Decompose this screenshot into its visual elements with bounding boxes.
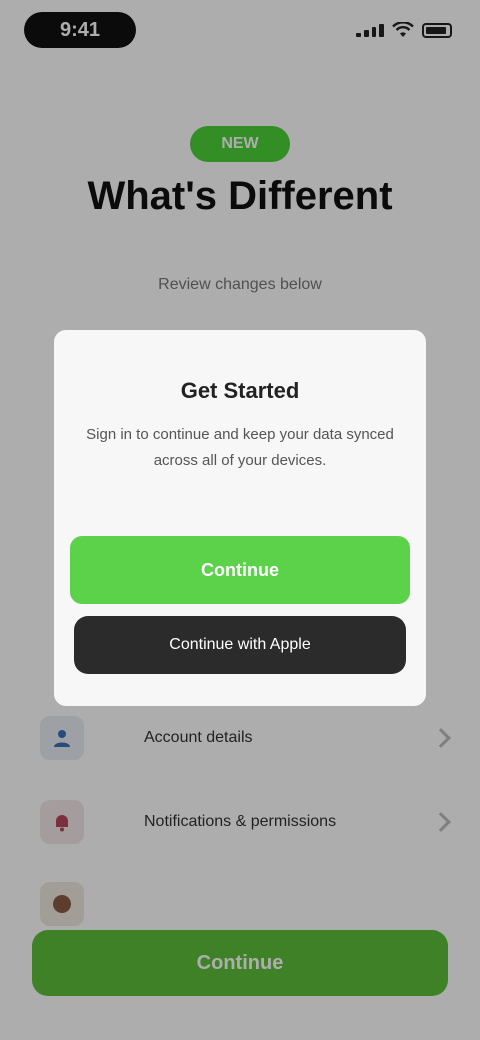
dialog-secondary-button[interactable]: Continue with Apple (74, 616, 406, 674)
dialog-body: Sign in to continue and keep your data s… (86, 426, 394, 469)
app-screen: 9:41 NEW What's Different Review changes… (0, 0, 480, 1040)
dialog-title: Get Started (180, 378, 300, 403)
dialog-primary-button[interactable]: Continue (70, 536, 410, 604)
modal-dialog: Get Started Sign in to continue and keep… (54, 330, 426, 706)
